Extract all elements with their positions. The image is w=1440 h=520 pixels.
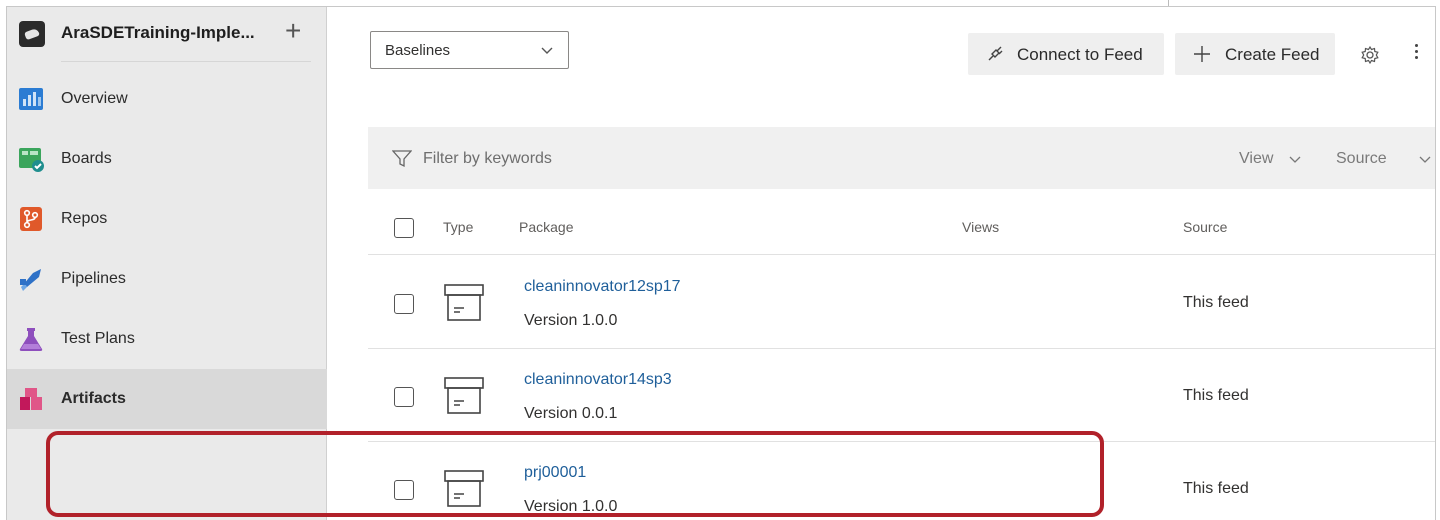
sidebar-item-label: Test Plans xyxy=(61,330,135,347)
repos-icon xyxy=(20,207,42,231)
sidebar-item-label: Artifacts xyxy=(61,390,126,407)
pipelines-icon xyxy=(20,269,41,291)
column-header-source[interactable]: Source xyxy=(1183,219,1227,235)
more-vertical-icon[interactable] xyxy=(1412,41,1420,67)
create-feed-label: Create Feed xyxy=(1225,45,1320,64)
table-row[interactable]: cleaninnovator12sp17 Version 1.0.0 This … xyxy=(368,256,1435,349)
row-checkbox[interactable] xyxy=(394,294,414,314)
connect-to-feed-button[interactable]: Connect to Feed xyxy=(968,33,1164,75)
source-filter-label[interactable]: Source xyxy=(1336,150,1387,168)
boards-icon xyxy=(19,148,44,172)
plus-icon[interactable]: + xyxy=(285,17,301,45)
sidebar: AraSDETraining-Imple... + Overview Board… xyxy=(7,7,327,520)
sidebar-item-boards[interactable]: Boards xyxy=(7,129,327,189)
app-window: AraSDETraining-Imple... + Overview Board… xyxy=(6,6,1436,520)
connect-to-feed-label: Connect to Feed xyxy=(1017,45,1143,64)
package-icon xyxy=(444,470,484,507)
package-source: This feed xyxy=(1183,480,1249,497)
main-content: Baselines Connect to Feed Create Feed Fi… xyxy=(328,7,1435,520)
package-version: Version 1.0.0 xyxy=(524,498,618,515)
sidebar-item-label: Repos xyxy=(61,210,108,227)
project-header[interactable]: AraSDETraining-Imple... + xyxy=(7,7,327,61)
package-version: Version 0.0.1 xyxy=(524,405,618,422)
overview-icon xyxy=(19,88,43,110)
test-plans-icon xyxy=(19,328,43,351)
package-icon xyxy=(444,284,484,321)
artifacts-icon xyxy=(20,388,42,410)
table-header: Type Package Views Source xyxy=(368,197,1435,255)
sidebar-item-test-plans[interactable]: Test Plans xyxy=(7,309,327,369)
sidebar-item-label: Overview xyxy=(61,90,128,107)
plus-icon xyxy=(1194,46,1210,62)
sidebar-item-overview[interactable]: Overview xyxy=(7,69,327,129)
column-header-views[interactable]: Views xyxy=(962,219,999,235)
divider xyxy=(61,61,311,62)
table-row[interactable]: cleaninnovator14sp3 Version 0.0.1 This f… xyxy=(368,349,1435,442)
create-feed-button[interactable]: Create Feed xyxy=(1175,33,1335,75)
feed-selector-value: Baselines xyxy=(385,42,451,59)
sidebar-item-label: Boards xyxy=(61,150,112,167)
package-version: Version 1.0.0 xyxy=(524,312,618,329)
package-source: This feed xyxy=(1183,387,1249,404)
select-all-checkbox[interactable] xyxy=(394,218,414,238)
plug-icon xyxy=(988,46,1003,61)
package-icon xyxy=(444,377,484,414)
table-row[interactable]: prj00001 Version 1.0.0 This feed xyxy=(368,442,1435,520)
filter-icon xyxy=(392,150,412,168)
row-checkbox[interactable] xyxy=(394,480,414,500)
chevron-down-icon xyxy=(541,47,553,54)
view-filter-label[interactable]: View xyxy=(1239,150,1273,168)
chevron-down-icon[interactable] xyxy=(1288,152,1302,166)
package-name-link[interactable]: prj00001 xyxy=(524,464,586,482)
column-header-type[interactable]: Type xyxy=(443,219,473,235)
package-name-link[interactable]: cleaninnovator14sp3 xyxy=(524,371,672,389)
filter-input[interactable]: Filter by keywords xyxy=(423,150,552,168)
project-name[interactable]: AraSDETraining-Imple... xyxy=(61,23,255,43)
sidebar-item-artifacts[interactable]: Artifacts xyxy=(7,369,327,429)
feed-selector-dropdown[interactable]: Baselines xyxy=(370,31,569,69)
row-checkbox[interactable] xyxy=(394,387,414,407)
package-name-link[interactable]: cleaninnovator12sp17 xyxy=(524,278,681,296)
sidebar-item-repos[interactable]: Repos xyxy=(7,189,327,249)
project-logo-icon xyxy=(19,21,45,47)
chevron-down-icon[interactable] xyxy=(1418,152,1432,166)
package-source: This feed xyxy=(1183,294,1249,311)
column-header-package[interactable]: Package xyxy=(519,219,573,235)
filter-bar: Filter by keywords View Source xyxy=(368,127,1435,189)
sidebar-item-pipelines[interactable]: Pipelines xyxy=(7,249,327,309)
sidebar-item-label: Pipelines xyxy=(61,270,126,287)
gear-icon[interactable] xyxy=(1360,45,1380,65)
